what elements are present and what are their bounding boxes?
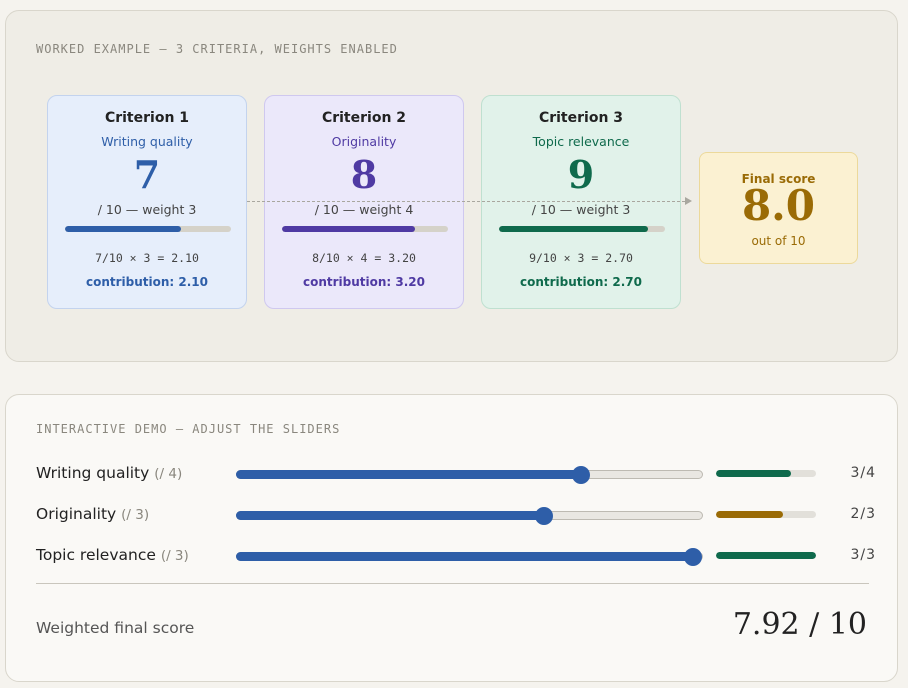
worked-example-panel: WORKED EXAMPLE — 3 CRITERIA, WEIGHTS ENA…: [5, 10, 898, 362]
criterion-score: 9: [567, 152, 595, 197]
slider-row-originality: Originality (/ 3) 2/3: [36, 503, 876, 527]
criterion-progress-bar: [65, 226, 231, 232]
criterion-title: Criterion 2: [321, 110, 407, 126]
slider-thumb[interactable]: [534, 507, 553, 525]
slider-track[interactable]: [236, 466, 703, 484]
slider-max: (/ 3): [121, 507, 150, 523]
criterion-card-3: Criterion 3 Topic relevance 9 / 10 — wei…: [481, 95, 681, 309]
slider-track[interactable]: [236, 548, 703, 566]
criterion-title: Criterion 3: [538, 110, 624, 126]
criterion-name: Topic relevance: [532, 134, 630, 149]
slider-track-fill: [236, 552, 692, 561]
criterion-contribution: contribution: 2.70: [519, 275, 643, 289]
criterion-progress-fill: [282, 226, 415, 232]
criterion-contribution: contribution: 3.20: [302, 275, 426, 289]
criterion-weight: / 10 — weight 3: [97, 202, 197, 217]
slider-name: Topic relevance: [36, 546, 156, 564]
criterion-progress-fill: [499, 226, 649, 232]
criterion-weight: / 10 — weight 3: [531, 202, 631, 217]
criterion-score: 8: [350, 152, 378, 197]
criterion-card-2: Criterion 2 Originality 8 / 10 — weight …: [264, 95, 464, 309]
slider-label: Originality (/ 3): [36, 505, 149, 523]
criterion-name: Writing quality: [101, 134, 193, 149]
slider-name: Writing quality: [36, 464, 150, 482]
slider-max: (/ 4): [154, 466, 183, 482]
criterion-card-1: Criterion 1 Writing quality 7 / 10 — wei…: [47, 95, 247, 309]
arrow-right-icon: [685, 197, 692, 205]
divider: [36, 583, 869, 584]
slider-value-bar-fill: [716, 470, 791, 477]
criterion-weight: / 10 — weight 4: [314, 202, 414, 217]
worked-example-label: WORKED EXAMPLE — 3 CRITERIA, WEIGHTS ENA…: [36, 42, 398, 56]
interactive-demo-label: INTERACTIVE DEMO — ADJUST THE SLIDERS: [36, 422, 341, 436]
slider-value: 3/4: [850, 465, 876, 481]
criterion-calculation: 8/10 × 4 = 3.20: [312, 251, 416, 265]
criterion-score: 7: [133, 152, 161, 197]
slider-row-writing-quality: Writing quality (/ 4) 3/4: [36, 462, 876, 486]
final-score-out-of: out of 10: [751, 234, 806, 248]
interactive-demo-panel: INTERACTIVE DEMO — ADJUST THE SLIDERS Wr…: [5, 394, 898, 682]
criterion-progress-bar: [499, 226, 665, 232]
slider-value-bar-fill: [716, 552, 816, 559]
weighted-final-score-value: 7.92 / 10: [732, 607, 867, 642]
slider-row-topic-relevance: Topic relevance (/ 3) 3/3: [36, 544, 876, 568]
slider-label: Writing quality (/ 4): [36, 464, 182, 482]
slider-track-fill: [236, 470, 581, 479]
slider-value: 3/3: [850, 547, 876, 563]
criterion-calculation: 7/10 × 3 = 2.10: [95, 251, 199, 265]
slider-track[interactable]: [236, 507, 703, 525]
final-score-card: Final score 8.0 out of 10: [699, 152, 858, 264]
criterion-progress-fill: [65, 226, 182, 232]
criterion-progress-bar: [282, 226, 448, 232]
weighted-final-score-label: Weighted final score: [36, 619, 195, 637]
slider-value: 2/3: [850, 506, 876, 522]
slider-name: Originality: [36, 505, 117, 523]
criterion-name: Originality: [331, 134, 397, 149]
slider-max: (/ 3): [160, 548, 189, 564]
final-score-value: 8.0: [741, 181, 816, 230]
slider-value-bar: [716, 511, 816, 518]
slider-thumb[interactable]: [683, 548, 702, 566]
slider-value-bar: [716, 470, 816, 477]
slider-label: Topic relevance (/ 3): [36, 546, 189, 564]
connector-dashed-line: [247, 201, 685, 202]
criterion-calculation: 9/10 × 3 = 2.70: [529, 251, 633, 265]
slider-value-bar: [716, 552, 816, 559]
slider-track-fill: [236, 511, 543, 520]
slider-value-bar-fill: [716, 511, 783, 518]
criterion-contribution: contribution: 2.10: [85, 275, 209, 289]
criterion-title: Criterion 1: [104, 110, 190, 126]
slider-thumb[interactable]: [572, 466, 591, 484]
